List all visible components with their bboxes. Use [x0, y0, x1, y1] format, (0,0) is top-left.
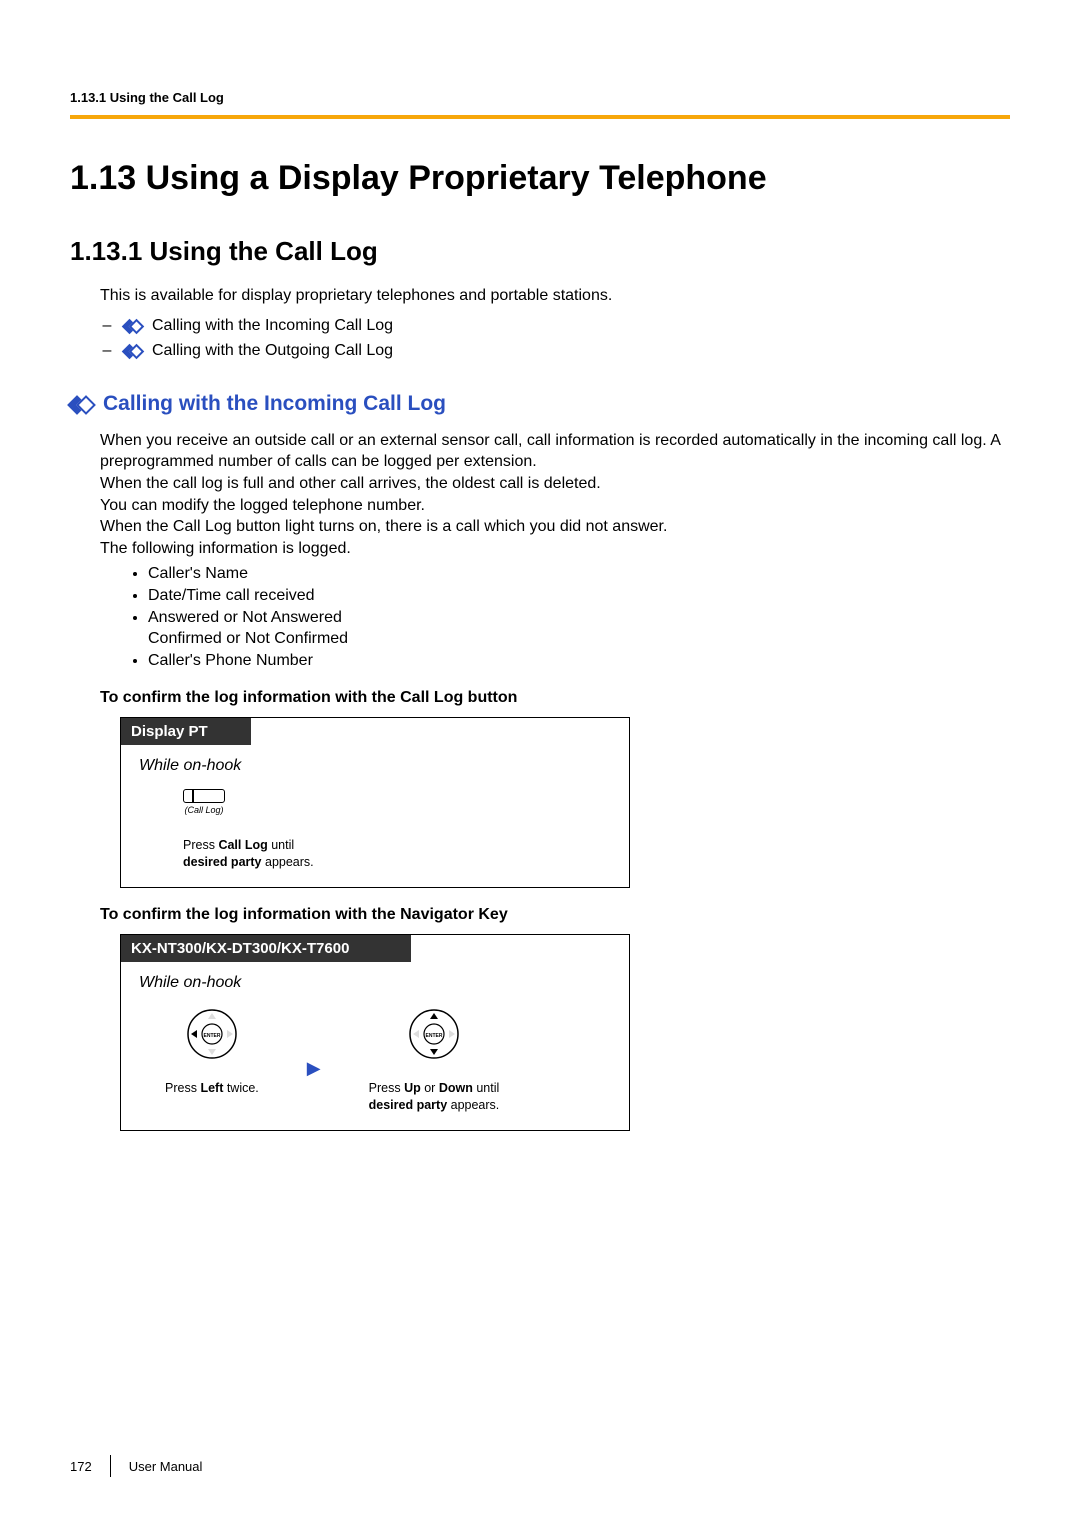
- button-caption: (Call Log): [184, 805, 223, 815]
- page: 1.13.1 Using the Call Log 1.13 Using a D…: [0, 0, 1080, 1527]
- diamond-icon: [124, 346, 142, 357]
- logged-info-list: Caller's Name Date/Time call received An…: [148, 563, 1010, 671]
- instruction-text: Press Left twice.: [165, 1080, 259, 1097]
- instruction-text: Press Call Log until desired party appea…: [183, 837, 314, 871]
- state-label: While on-hook: [139, 974, 611, 992]
- subsection-title: Calling with the Incoming Call Log: [103, 392, 446, 416]
- list-item: – Calling with the Incoming Call Log: [100, 313, 1010, 339]
- page-number: 172: [70, 1459, 92, 1474]
- page-footer: 172 User Manual: [70, 1455, 202, 1477]
- arrow-right-icon: ▶: [307, 1058, 321, 1079]
- instruction-text: Press Up or Down until desired party app…: [369, 1080, 500, 1114]
- dash-icon: –: [100, 313, 114, 339]
- procedure-box: Display PT While on-hook (Call Log) Pres…: [120, 717, 630, 888]
- subsection-header: Calling with the Incoming Call Log: [70, 392, 1010, 416]
- paragraph: When the Call Log button light turns on,…: [100, 516, 1010, 538]
- footer-label: User Manual: [129, 1459, 203, 1474]
- svg-text:ENTER: ENTER: [203, 1033, 220, 1039]
- procedure-heading: To confirm the log information with the …: [100, 906, 1010, 924]
- header-rule: [70, 115, 1010, 119]
- paragraph: The following information is logged.: [100, 538, 1010, 560]
- list-item: – Calling with the Outgoing Call Log: [100, 338, 1010, 364]
- procedure-box-title: Display PT: [121, 718, 251, 745]
- list-item-label: Calling with the Incoming Call Log: [152, 313, 393, 339]
- footer-divider: [110, 1455, 111, 1477]
- feature-list: – Calling with the Incoming Call Log – C…: [100, 313, 1010, 364]
- intro-text: This is available for display proprietar…: [100, 285, 1010, 307]
- section-title: 1.13.1 Using the Call Log: [70, 236, 1010, 267]
- subsection-body: When you receive an outside call or an e…: [100, 430, 1010, 1131]
- paragraph: You can modify the logged telephone numb…: [100, 495, 1010, 517]
- procedure-heading: To confirm the log information with the …: [100, 689, 1010, 707]
- chapter-title: 1.13 Using a Display Proprietary Telepho…: [70, 159, 1010, 198]
- navigator-key-updown-icon: ENTER: [406, 1006, 462, 1062]
- paragraph: When you receive an outside call or an e…: [100, 430, 1010, 473]
- list-item: Date/Time call received: [148, 585, 1010, 607]
- list-item: Answered or Not Answered Confirmed or No…: [148, 607, 1010, 650]
- diamond-icon: [124, 321, 142, 332]
- svg-text:ENTER: ENTER: [425, 1033, 442, 1039]
- procedure-box: KX-NT300/KX-DT300/KX-T7600 While on-hook…: [120, 934, 630, 1131]
- list-item: Caller's Name: [148, 563, 1010, 585]
- state-label: While on-hook: [139, 757, 611, 775]
- dash-icon: –: [100, 338, 114, 364]
- procedure-box-title: KX-NT300/KX-DT300/KX-T7600: [121, 935, 411, 962]
- diamond-icon: [70, 398, 93, 412]
- running-header: 1.13.1 Using the Call Log: [70, 90, 1010, 105]
- paragraph: When the call log is full and other call…: [100, 473, 1010, 495]
- list-item-label: Calling with the Outgoing Call Log: [152, 338, 393, 364]
- navigator-key-left-icon: ENTER: [184, 1006, 240, 1062]
- list-item: Caller's Phone Number: [148, 650, 1010, 672]
- section-body: This is available for display proprietar…: [100, 285, 1010, 364]
- call-log-button-icon: (Call Log): [183, 789, 225, 815]
